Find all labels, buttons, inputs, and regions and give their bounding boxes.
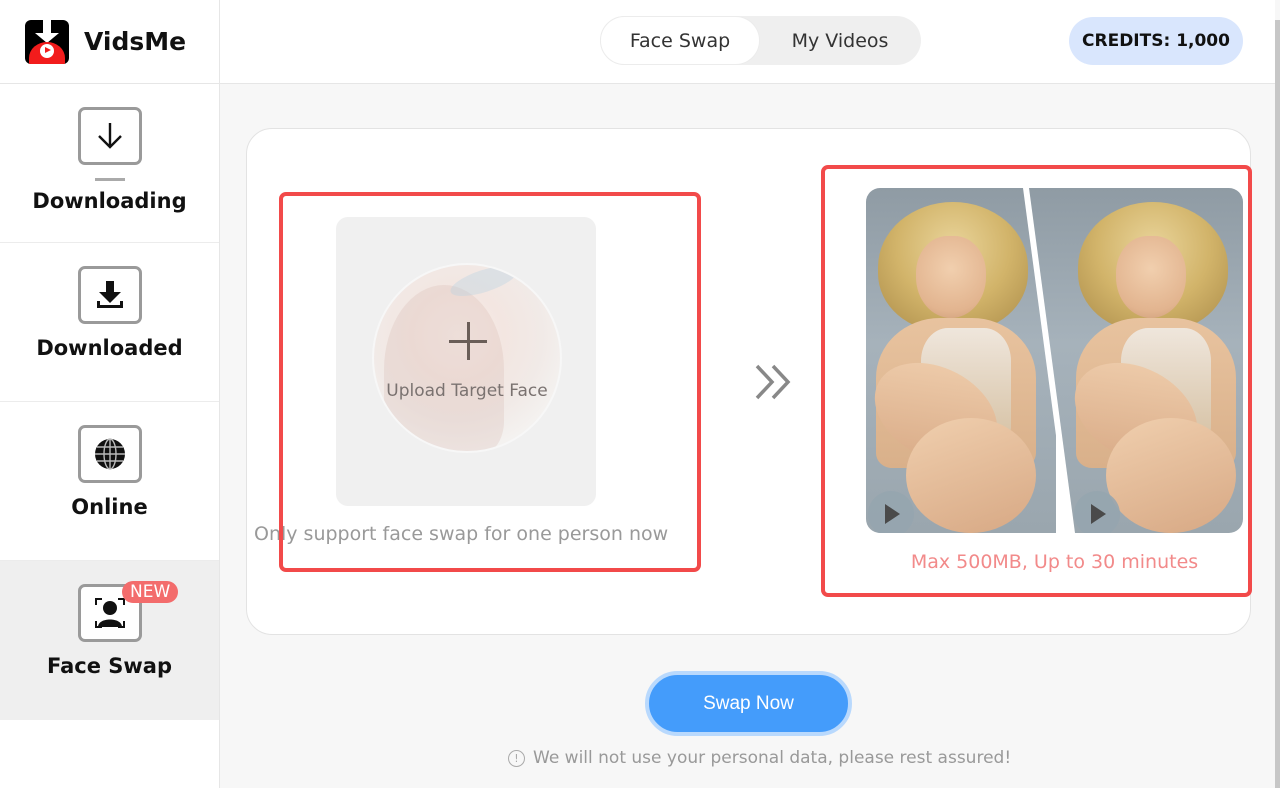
view-tabs: Face Swap My Videos	[600, 16, 921, 65]
new-badge: NEW	[122, 581, 179, 603]
scrollbar[interactable]	[1275, 20, 1280, 788]
sidebar-item-online[interactable]: Online	[0, 402, 219, 561]
credits-badge[interactable]: CREDITS: 1,000	[1069, 17, 1243, 65]
downloaded-tray-icon	[77, 266, 142, 324]
privacy-note-text: We will not use your personal data, plea…	[533, 748, 1012, 768]
logo: VidsMe	[0, 0, 219, 84]
top-bar: Face Swap My Videos CREDITS: 1,000	[220, 0, 1275, 84]
sidebar-item-label: Face Swap	[46, 654, 172, 678]
highlight-box-preview	[821, 165, 1252, 597]
download-play-logo-icon	[25, 19, 69, 64]
sidebar-item-downloaded[interactable]: Downloaded	[0, 243, 219, 402]
sidebar-item-label: Downloaded	[36, 336, 183, 360]
sidebar-item-downloading[interactable]: Downloading	[0, 84, 219, 243]
privacy-note: ! We will not use your personal data, pl…	[508, 748, 1011, 768]
swap-now-button[interactable]: Swap Now	[645, 671, 852, 736]
highlight-box-upload	[279, 192, 701, 572]
tab-my-videos[interactable]: My Videos	[760, 16, 920, 65]
app-name: VidsMe	[84, 27, 187, 56]
sidebar-item-label: Downloading	[32, 189, 187, 213]
globe-icon	[77, 425, 142, 483]
sidebar-item-face-swap[interactable]: NEW Face Swap	[0, 561, 219, 720]
info-icon: !	[508, 749, 525, 767]
tab-face-swap[interactable]: Face Swap	[600, 16, 760, 65]
app-window: VidsMe Downloading Downloaded Online NEW…	[0, 0, 1280, 788]
download-arrow-icon	[77, 107, 142, 165]
sidebar: VidsMe Downloading Downloaded Online NEW…	[0, 0, 220, 788]
progress-dash	[94, 178, 125, 181]
sidebar-item-label: Online	[71, 495, 148, 519]
double-chevron-right-icon	[755, 364, 791, 400]
